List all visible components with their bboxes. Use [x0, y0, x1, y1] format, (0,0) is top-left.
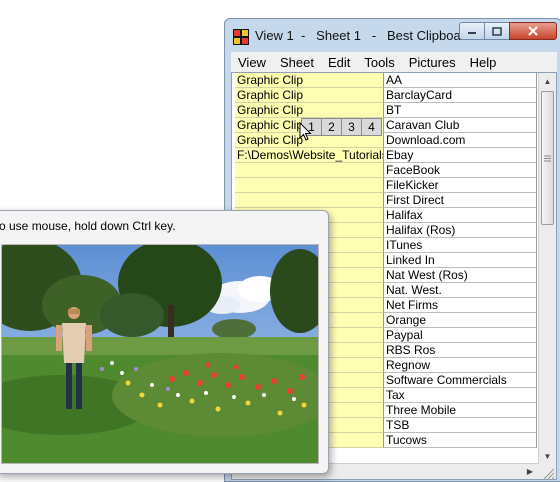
name-cell[interactable]: AA	[384, 73, 537, 88]
window-title: View 1 - Sheet 1 - Best Clipboa...	[255, 28, 472, 43]
title-bar[interactable]: View 1 - Sheet 1 - Best Clipboa...	[225, 19, 560, 51]
name-cell[interactable]: Nat West (Ros)	[384, 268, 537, 283]
maximize-icon	[492, 26, 502, 36]
table-row[interactable]: Graphic Clip BarclayCard	[235, 88, 539, 103]
menu-help[interactable]: Help	[463, 55, 504, 70]
table-row[interactable]: Graphic Clip Download.com	[235, 133, 539, 148]
name-cell[interactable]: ITunes	[384, 238, 537, 253]
name-cell[interactable]: Net Firms	[384, 298, 537, 313]
table-row[interactable]: F:\Demos\Website_Tutorials\ Ebay	[235, 148, 539, 163]
scroll-up-icon[interactable]: ▲	[539, 73, 556, 90]
name-cell[interactable]: BT	[384, 103, 537, 118]
scroll-right-icon[interactable]: ▶	[523, 464, 537, 479]
clip-cell[interactable]: Graphic Clip	[235, 73, 384, 88]
clip-cell[interactable]: Graphic Clip	[235, 103, 384, 118]
name-cell[interactable]: Tucows	[384, 433, 537, 448]
preview-photo	[1, 244, 319, 464]
name-cell[interactable]: FaceBook	[384, 163, 537, 178]
name-cell[interactable]: FileKicker	[384, 178, 537, 193]
name-cell[interactable]: Software Commercials	[384, 373, 537, 388]
name-cell[interactable]: RBS Ros	[384, 343, 537, 358]
menu-sheet[interactable]: Sheet	[273, 55, 321, 70]
name-cell[interactable]: Tax	[384, 388, 537, 403]
picture-tabs: 1 2 3 4	[301, 118, 382, 136]
name-cell[interactable]: Linked In	[384, 253, 537, 268]
table-row[interactable]: Graphic Clip AA	[235, 73, 539, 88]
picture-preview-popup: o use mouse, hold down Ctrl key.	[0, 210, 329, 474]
menu-bar: View Sheet Edit Tools Pictures Help	[231, 52, 557, 72]
clip-cell[interactable]: F:\Demos\Website_Tutorials\	[235, 148, 384, 163]
name-cell[interactable]: Halifax (Ros)	[384, 223, 537, 238]
clip-cell[interactable]	[235, 193, 384, 208]
name-cell[interactable]: Paypal	[384, 328, 537, 343]
name-cell[interactable]: BarclayCard	[384, 88, 537, 103]
app-icon	[233, 29, 249, 45]
name-cell[interactable]: Caravan Club	[384, 118, 537, 133]
close-button[interactable]	[509, 22, 557, 40]
resize-grip-icon	[543, 468, 555, 480]
table-row[interactable]: First Direct	[235, 193, 539, 208]
table-row[interactable]: FileKicker	[235, 178, 539, 193]
table-row[interactable]: Graphic Clip BT	[235, 103, 539, 118]
name-cell[interactable]: First Direct	[384, 193, 537, 208]
table-row[interactable]: Graphic Clip Caravan Club	[235, 118, 539, 133]
maximize-button[interactable]	[484, 22, 510, 40]
scroll-down-icon[interactable]: ▼	[539, 448, 556, 465]
grip-lines-icon	[544, 155, 551, 161]
clip-cell[interactable]: Graphic Clip	[235, 88, 384, 103]
name-cell[interactable]: Download.com	[384, 133, 537, 148]
mouse-pointer-icon	[299, 122, 312, 141]
name-cell[interactable]: Halifax	[384, 208, 537, 223]
name-cell[interactable]: Ebay	[384, 148, 537, 163]
name-cell[interactable]: Three Mobile	[384, 403, 537, 418]
name-cell[interactable]: TSB	[384, 418, 537, 433]
park-photo-image	[2, 245, 318, 463]
close-icon	[528, 26, 538, 36]
menu-tools[interactable]: Tools	[357, 55, 401, 70]
picture-tab-2[interactable]: 2	[321, 118, 342, 136]
name-cell[interactable]: Nat. West.	[384, 283, 537, 298]
picture-tab-3[interactable]: 3	[341, 118, 362, 136]
menu-pictures[interactable]: Pictures	[402, 55, 463, 70]
clip-cell[interactable]	[235, 163, 384, 178]
name-cell[interactable]: Orange	[384, 313, 537, 328]
scroll-thumb[interactable]	[541, 91, 554, 225]
minimize-icon	[468, 32, 476, 34]
resize-grip[interactable]	[539, 464, 556, 480]
vertical-scrollbar[interactable]: ▲ ▼	[538, 73, 556, 465]
menu-view[interactable]: View	[231, 55, 273, 70]
table-row[interactable]: FaceBook	[235, 163, 539, 178]
picture-tab-4[interactable]: 4	[361, 118, 382, 136]
menu-edit[interactable]: Edit	[321, 55, 357, 70]
clip-cell[interactable]	[235, 178, 384, 193]
minimize-button[interactable]	[459, 22, 485, 40]
preview-hint: o use mouse, hold down Ctrl key.	[0, 219, 176, 233]
name-cell[interactable]: Regnow	[384, 358, 537, 373]
